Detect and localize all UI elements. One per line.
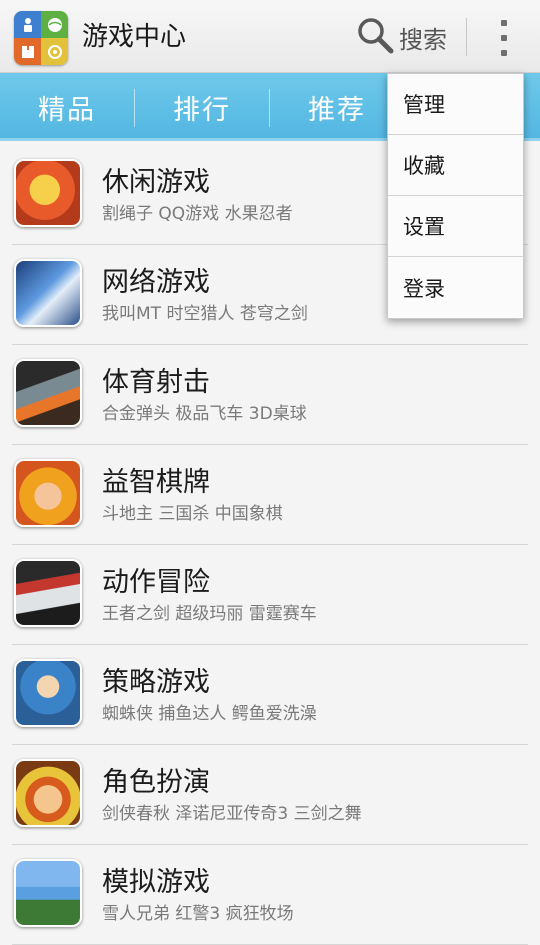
item-title: 体育射击	[102, 367, 210, 398]
item-title: 网络游戏	[102, 267, 210, 298]
item-subtitle: 斗地主 三国杀 中国象棋	[102, 504, 283, 524]
list-item[interactable]: 角色扮演 剑侠春秋 泽诺尼亚传奇3 三剑之舞	[12, 745, 528, 845]
sports-shooting-icon	[14, 359, 82, 427]
list-item[interactable]: 动作冒险 王者之剑 超级玛丽 雷霆赛车	[12, 545, 528, 645]
simulation-games-icon	[14, 859, 82, 927]
menu-item-login[interactable]: 登录	[388, 257, 523, 318]
app-title: 游戏中心	[82, 22, 187, 52]
item-subtitle: 剑侠春秋 泽诺尼亚传奇3 三剑之舞	[102, 804, 362, 824]
action-bar-divider	[466, 18, 467, 56]
overflow-menu-button[interactable]	[488, 18, 520, 58]
action-bar: 游戏中心 搜索	[0, 0, 540, 73]
overflow-dot	[501, 50, 507, 56]
strategy-games-icon	[14, 659, 82, 727]
tab-featured[interactable]: 精品	[0, 73, 134, 141]
overflow-dot	[501, 35, 507, 41]
item-subtitle: 蜘蛛侠 捕鱼达人 鳄鱼爱洗澡	[102, 704, 317, 724]
item-subtitle: 雪人兄弟 红警3 疯狂牧场	[102, 904, 294, 924]
casual-games-icon	[14, 159, 82, 227]
online-games-icon	[14, 259, 82, 327]
puzzle-cards-icon	[14, 459, 82, 527]
item-title: 休闲游戏	[102, 167, 210, 198]
role-playing-icon	[14, 759, 82, 827]
item-subtitle: 割绳子 QQ游戏 水果忍者	[102, 204, 293, 224]
list-item[interactable]: 策略游戏 蜘蛛侠 捕鱼达人 鳄鱼爱洗澡	[12, 645, 528, 745]
game-center-icon[interactable]	[14, 11, 68, 65]
search-icon	[355, 15, 395, 59]
tab-recommended[interactable]: 推荐	[270, 73, 404, 141]
overflow-menu-icon	[501, 20, 507, 26]
item-title: 模拟游戏	[102, 867, 210, 898]
item-title: 益智棋牌	[102, 467, 210, 498]
action-adventure-icon	[14, 559, 82, 627]
item-subtitle: 王者之剑 超级玛丽 雷霆赛车	[102, 604, 317, 624]
list-item[interactable]: 模拟游戏 雪人兄弟 红警3 疯狂牧场	[12, 845, 528, 945]
list-item[interactable]: 体育射击 合金弹头 极品飞车 3D桌球	[12, 345, 528, 445]
item-title: 策略游戏	[102, 667, 210, 698]
menu-item-favorites[interactable]: 收藏	[388, 135, 523, 196]
menu-item-settings[interactable]: 设置	[388, 196, 523, 257]
list-item[interactable]: 益智棋牌 斗地主 三国杀 中国象棋	[12, 445, 528, 545]
item-title: 角色扮演	[102, 767, 210, 798]
tab-ranking[interactable]: 排行	[135, 73, 269, 141]
search-button[interactable]: 搜索	[355, 14, 455, 60]
menu-item-manage[interactable]: 管理	[388, 74, 523, 135]
item-subtitle: 我叫MT 时空猎人 苍穹之剑	[102, 304, 308, 324]
item-subtitle: 合金弹头 极品飞车 3D桌球	[102, 404, 307, 424]
item-title: 动作冒险	[102, 567, 210, 598]
search-label: 搜索	[399, 25, 447, 54]
overflow-popup-menu: 管理 收藏 设置 登录	[387, 73, 524, 319]
